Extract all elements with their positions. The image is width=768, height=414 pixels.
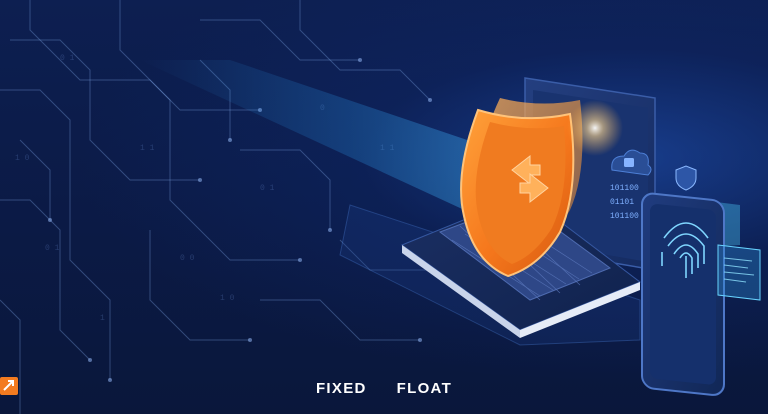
svg-text:0 1: 0 1 — [260, 184, 275, 193]
brand-logo: FIXED FLOAT — [0, 377, 768, 399]
phone-icon — [641, 165, 725, 396]
brand-word-float: FLOAT — [396, 379, 453, 397]
svg-text:1 0: 1 0 — [15, 154, 30, 163]
svg-text:1: 1 — [100, 314, 105, 323]
svg-text:1 0: 1 0 — [220, 294, 235, 303]
hero-banner: 1 0 0 1 1 1 0 0 1 0 1 1 0 0 1 1 0 1 100 … — [0, 0, 768, 414]
data-panel — [717, 244, 761, 301]
binary-rain: 1 0 0 1 1 1 0 0 1 0 1 1 0 0 1 1 0 1 — [15, 54, 395, 323]
illustration: 1 0 0 1 1 1 0 0 1 0 1 1 0 0 1 1 0 1 100 … — [0, 0, 761, 414]
svg-text:0 0: 0 0 — [180, 254, 195, 263]
sparkle — [567, 100, 623, 156]
screen-binary-2: 01101 — [610, 198, 634, 207]
screen-binary-3: 101100 — [610, 212, 639, 221]
screen-binary-1: 101100 — [610, 184, 639, 193]
svg-text:0 1: 0 1 — [60, 54, 75, 63]
svg-text:0 1: 0 1 — [45, 244, 60, 253]
svg-text:1 1: 1 1 — [140, 144, 155, 153]
brand-word-fixed: FIXED — [315, 379, 367, 397]
fixedfloat-arrows-icon — [0, 377, 391, 397]
